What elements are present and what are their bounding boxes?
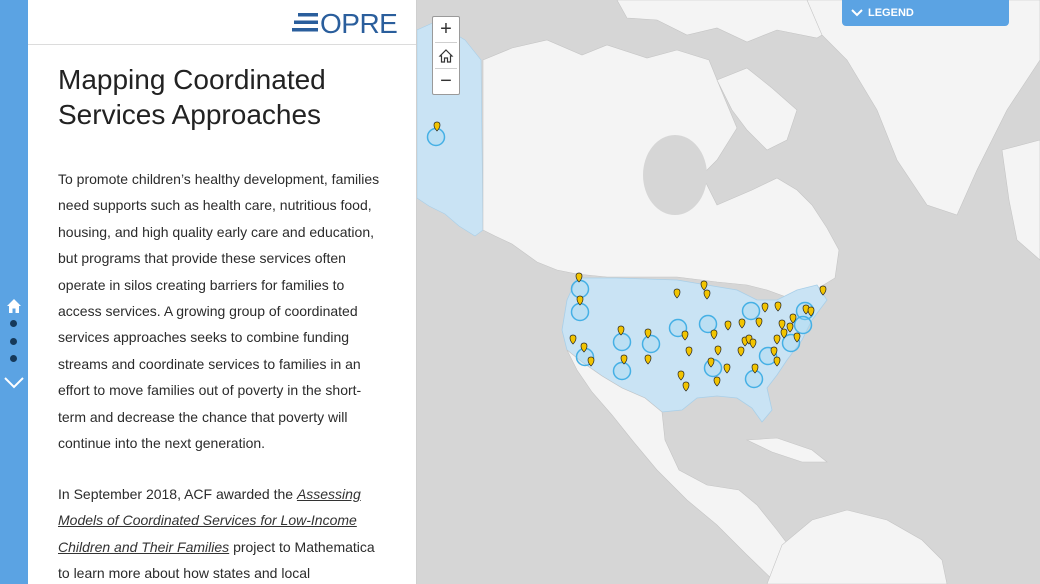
site-cluster-circle[interactable] xyxy=(426,127,446,147)
project-paragraph: In September 2018, ACF awarded the Asses… xyxy=(58,481,388,584)
site-cluster-circle[interactable] xyxy=(570,302,590,322)
page-title: Mapping Coordinated Services Approaches xyxy=(58,64,326,130)
home-icon[interactable] xyxy=(6,298,22,314)
legend-label: LEGEND xyxy=(868,7,914,19)
section-dot[interactable] xyxy=(10,355,17,362)
paragraph-prefix: In September 2018, ACF awarded the xyxy=(58,486,297,502)
zoom-controls: + − xyxy=(432,16,460,95)
site-cluster-circle[interactable] xyxy=(612,332,632,352)
story-nav-strip xyxy=(0,0,28,584)
panel-header: OPRE xyxy=(28,0,416,45)
legend-toggle[interactable]: LEGEND xyxy=(842,0,1009,26)
site-cluster-circle[interactable] xyxy=(612,361,632,381)
home-icon xyxy=(438,48,454,63)
site-cluster-circle[interactable] xyxy=(741,301,761,321)
section-dot[interactable] xyxy=(10,320,17,327)
section-dot[interactable] xyxy=(10,338,17,345)
map-canvas[interactable] xyxy=(417,0,1040,584)
opre-logo-bars xyxy=(292,13,318,32)
hudson-bay xyxy=(643,135,707,215)
chevron-down-icon xyxy=(851,9,863,17)
intro-paragraph: To promote children’s healthy developmen… xyxy=(58,171,380,452)
opre-logo[interactable]: OPRE xyxy=(292,8,404,39)
zoom-out-button[interactable]: − xyxy=(433,69,459,94)
chevron-down-icon[interactable] xyxy=(3,374,25,390)
site-cluster-circle[interactable] xyxy=(744,369,764,389)
site-cluster-circle[interactable] xyxy=(570,279,590,299)
map-home-button[interactable] xyxy=(433,43,459,68)
site-cluster-circle[interactable] xyxy=(641,334,661,354)
site-cluster-circle[interactable] xyxy=(793,315,813,335)
zoom-in-button[interactable]: + xyxy=(433,17,459,42)
story-panel: OPRE Mapping Coordinated Services Approa… xyxy=(28,0,416,584)
logo-text: OPRE xyxy=(320,8,398,39)
